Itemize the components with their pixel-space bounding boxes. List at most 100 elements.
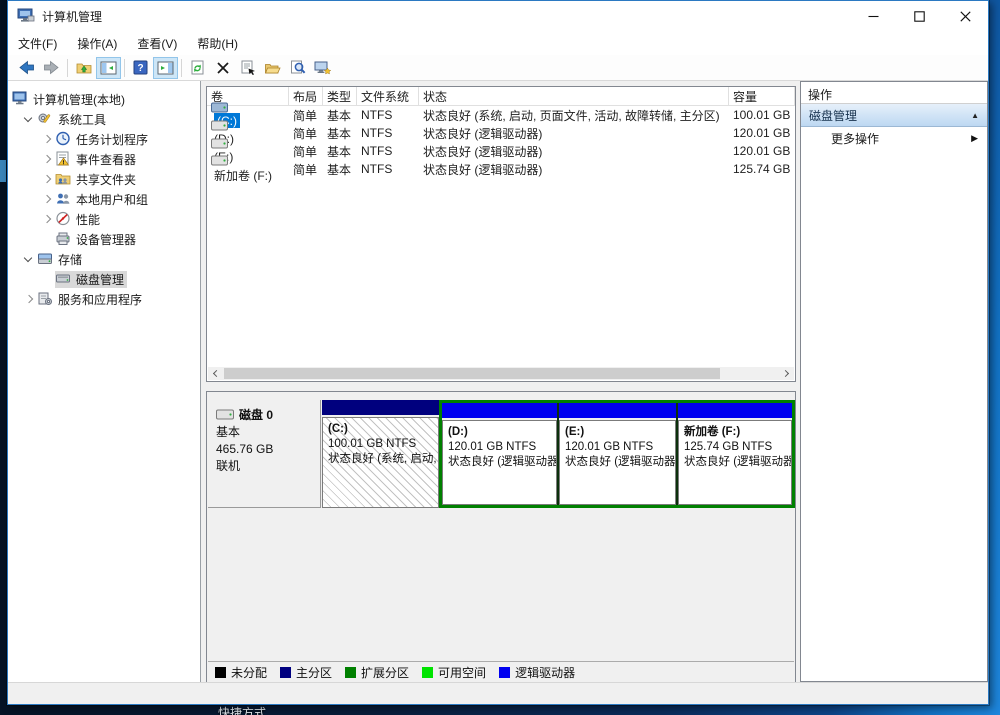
- chevron-expanded-icon[interactable]: [21, 111, 37, 127]
- partition-d[interactable]: (D:) 120.01 GB NTFS 状态良好 (逻辑驱动器): [442, 403, 557, 505]
- minimize-button[interactable]: [850, 1, 896, 31]
- chevron-expanded-icon[interactable]: [21, 251, 37, 267]
- legend-item-extended: 扩展分区: [345, 664, 409, 681]
- volume-icon: [211, 138, 289, 150]
- partition-header-logical: [442, 403, 557, 418]
- partition-c[interactable]: (C:) 100.01 GB NTFS 状态良好 (系统, 启动, 页面文件, …: [322, 400, 439, 508]
- disk0-partitions: (C:) 100.01 GB NTFS 状态良好 (系统, 启动, 页面文件, …: [322, 400, 795, 508]
- chevron-collapsed-icon[interactable]: [39, 151, 55, 167]
- delete-button[interactable]: [210, 57, 235, 79]
- volume-type: 基本: [323, 107, 357, 124]
- actions-section-disk-management[interactable]: 磁盘管理 ▲: [801, 104, 987, 127]
- forward-button[interactable]: [39, 57, 64, 79]
- properties-icon: [240, 60, 256, 75]
- more-actions-item[interactable]: 更多操作 ▶: [801, 127, 987, 150]
- find-button[interactable]: [285, 57, 310, 79]
- disk-name: 磁盘 0: [239, 406, 273, 424]
- volume-filesystem: NTFS: [357, 108, 419, 122]
- scroll-right-arrow[interactable]: [779, 367, 794, 380]
- tree-item-device-manager[interactable]: 设备管理器: [8, 229, 200, 249]
- tree-item-shared-folders[interactable]: 共享文件夹: [8, 169, 200, 189]
- menu-view[interactable]: 查看(V): [127, 32, 187, 55]
- extended-partition-container: (D:) 120.01 GB NTFS 状态良好 (逻辑驱动器) (E:) 12…: [439, 400, 795, 508]
- legend-swatch: [499, 667, 510, 678]
- volume-capacity: 100.01 GB: [729, 108, 795, 122]
- desktop-shortcut-label: 快捷方式: [218, 704, 266, 715]
- partition-title: (C:): [328, 422, 438, 437]
- tree-item-storage[interactable]: 存储: [8, 249, 200, 269]
- computer-gear-icon: [314, 60, 331, 75]
- menu-help[interactable]: 帮助(H): [187, 32, 248, 55]
- tree-item-event-viewer[interactable]: 事件查看器: [8, 149, 200, 169]
- chevron-collapsed-icon[interactable]: [21, 291, 37, 307]
- menu-action[interactable]: 操作(A): [67, 32, 127, 55]
- legend-swatch: [422, 667, 433, 678]
- tree-item-task-scheduler[interactable]: 任务计划程序: [8, 129, 200, 149]
- close-button[interactable]: [942, 1, 988, 31]
- svg-text:?: ?: [137, 63, 143, 74]
- table-row-volume-e[interactable]: (E:) 简单 基本 NTFS 状态良好 (逻辑驱动器) 120.01 GB: [207, 142, 795, 160]
- column-header-status[interactable]: 状态: [419, 87, 729, 105]
- chevron-collapsed-icon[interactable]: [39, 211, 55, 227]
- manage-computer-button[interactable]: [310, 57, 335, 79]
- horizontal-scrollbar[interactable]: [208, 367, 794, 380]
- up-one-level-button[interactable]: [71, 57, 96, 79]
- legend-item-free-space: 可用空间: [422, 664, 486, 681]
- menu-file[interactable]: 文件(F): [8, 32, 67, 55]
- show-action-pane-toggle[interactable]: [153, 57, 178, 79]
- column-header-layout[interactable]: 布局: [289, 87, 323, 105]
- chevron-collapsed-icon[interactable]: [39, 171, 55, 187]
- table-row-volume-f[interactable]: 新加卷 (F:) 简单 基本 NTFS 状态良好 (逻辑驱动器) 125.74 …: [207, 160, 795, 178]
- partition-title: (D:): [448, 425, 556, 440]
- tree-item-services-applications[interactable]: 服务和应用程序: [8, 289, 200, 309]
- back-icon: [18, 60, 35, 75]
- partition-e[interactable]: (E:) 120.01 GB NTFS 状态良好 (逻辑驱动器): [559, 403, 676, 505]
- properties-button[interactable]: [235, 57, 260, 79]
- back-button[interactable]: [14, 57, 39, 79]
- disk-type: 基本: [216, 424, 320, 441]
- refresh-button[interactable]: [185, 57, 210, 79]
- tree-item-performance[interactable]: 性能: [8, 209, 200, 229]
- partition-f[interactable]: 新加卷 (F:) 125.74 GB NTFS 状态良好 (逻辑驱动器): [678, 403, 792, 505]
- partition-size: 100.01 GB NTFS: [328, 437, 438, 452]
- partition-status: 状态良好 (逻辑驱动器): [684, 455, 791, 470]
- disk-icon: [216, 409, 234, 421]
- partition-legend: 未分配 主分区 扩展分区 可用空间 逻辑驱动器: [208, 661, 794, 682]
- tree-item-label: 存储: [58, 251, 82, 268]
- tree-item-local-users-groups[interactable]: 本地用户和组: [8, 189, 200, 209]
- chevron-collapsed-icon[interactable]: [39, 131, 55, 147]
- tree-item-label: 任务计划程序: [76, 131, 148, 148]
- column-header-filesystem[interactable]: 文件系统: [357, 87, 419, 105]
- chevron-collapsed-icon[interactable]: [39, 191, 55, 207]
- tree-item-label: 系统工具: [58, 111, 106, 128]
- maximize-button[interactable]: [896, 1, 942, 31]
- volume-name: 新加卷 (F:): [214, 169, 272, 183]
- title-bar[interactable]: 计算机管理: [8, 1, 988, 31]
- open-folder-button[interactable]: [260, 57, 285, 79]
- volume-list-pane: 卷 布局 类型 文件系统 状态 容量 (C:) 简单 基本 NTFS 状态良好 …: [206, 86, 796, 382]
- legend-item-primary: 主分区: [280, 664, 332, 681]
- tree-selection: 磁盘管理: [55, 271, 127, 288]
- volume-filesystem: NTFS: [357, 144, 419, 158]
- volume-filesystem: NTFS: [357, 126, 419, 140]
- desktop-taskbar-fragment: [0, 160, 6, 182]
- tree-item-disk-management[interactable]: 磁盘管理: [8, 269, 200, 289]
- help-button[interactable]: ?: [128, 57, 153, 79]
- tree-item-label: 服务和应用程序: [58, 291, 142, 308]
- volume-icon: [211, 120, 289, 132]
- toolbar-separator: [67, 59, 68, 77]
- show-console-tree-toggle[interactable]: [96, 57, 121, 79]
- refresh-icon: [190, 60, 205, 75]
- event-viewer-icon: [55, 151, 72, 167]
- table-row-volume-d[interactable]: (D:) 简单 基本 NTFS 状态良好 (逻辑驱动器) 120.01 GB: [207, 124, 795, 142]
- volume-status: 状态良好 (逻辑驱动器): [419, 125, 729, 142]
- scroll-left-arrow[interactable]: [208, 367, 223, 380]
- column-header-type[interactable]: 类型: [323, 87, 357, 105]
- table-row-volume-c[interactable]: (C:) 简单 基本 NTFS 状态良好 (系统, 启动, 页面文件, 活动, …: [207, 106, 795, 124]
- disk0-info-cell[interactable]: 磁盘 0 基本 465.76 GB 联机: [208, 400, 321, 508]
- collapse-icon[interactable]: ▲: [971, 111, 979, 120]
- column-header-capacity[interactable]: 容量: [729, 87, 795, 105]
- tree-item-computer-management[interactable]: 计算机管理(本地): [8, 89, 200, 109]
- tree-item-system-tools[interactable]: 系统工具: [8, 109, 200, 129]
- scrollbar-thumb[interactable]: [224, 368, 720, 379]
